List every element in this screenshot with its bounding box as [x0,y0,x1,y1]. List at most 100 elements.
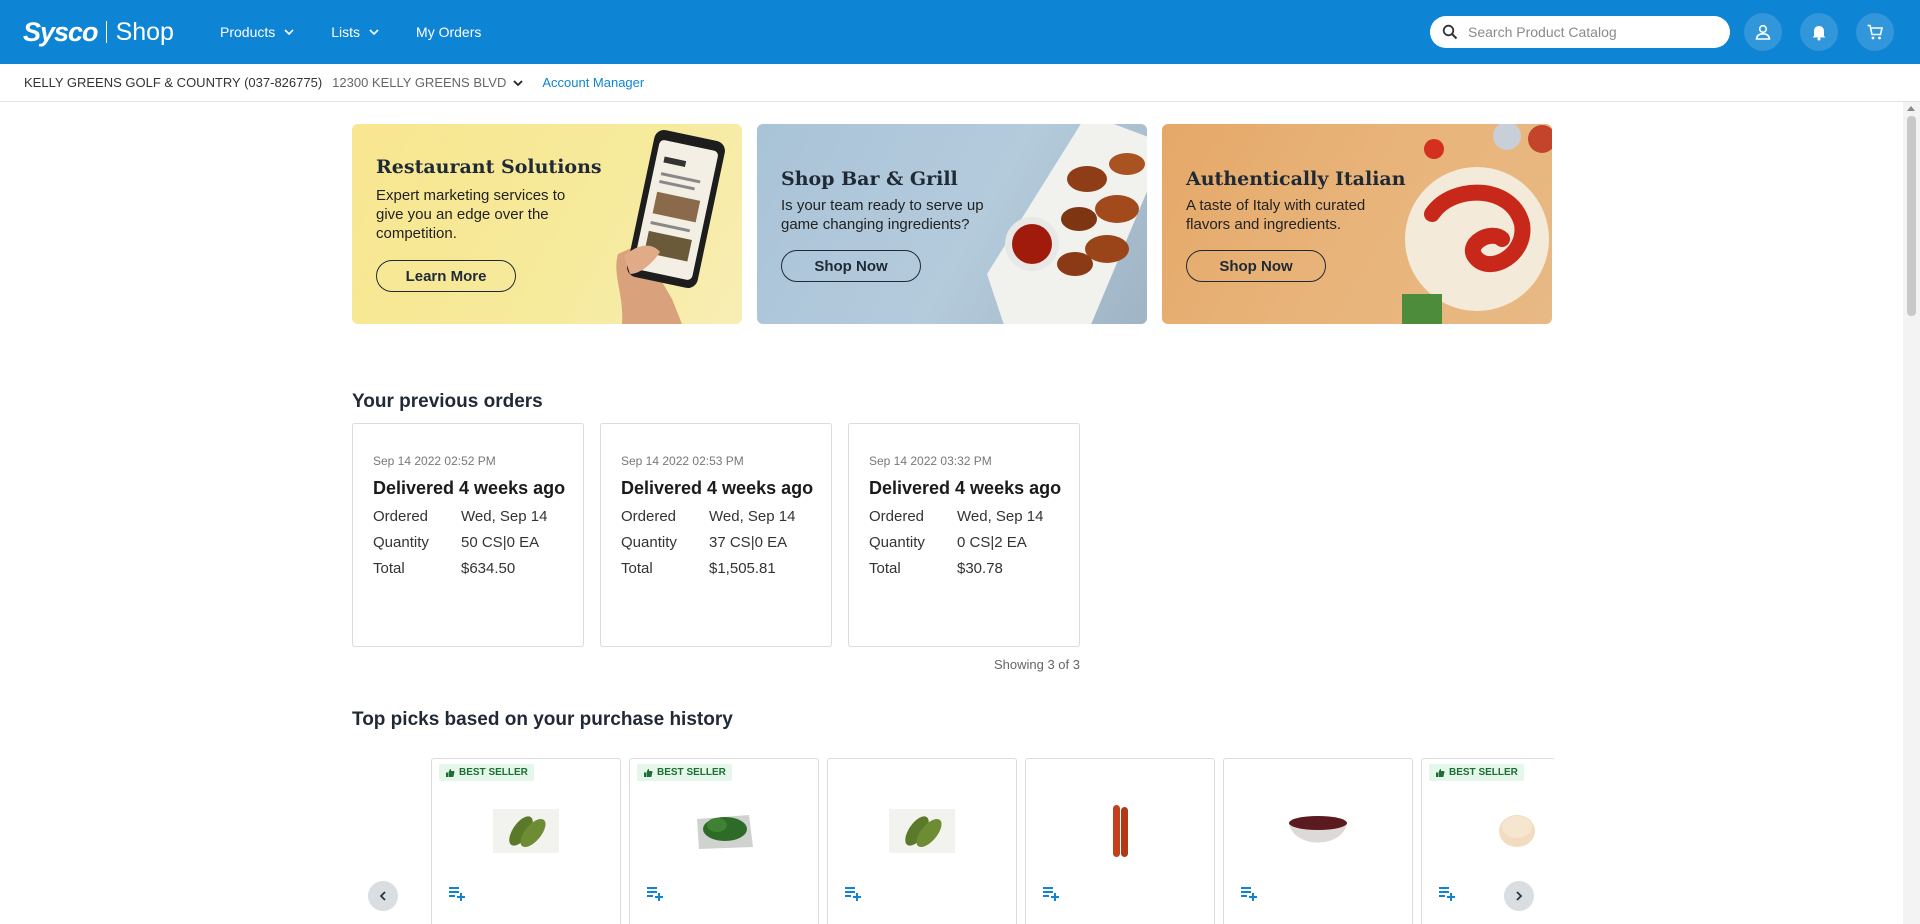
learn-more-button[interactable]: Learn More [376,260,516,292]
order-ordered-row: Ordered Wed, Sep 14 [621,508,831,525]
user-icon [1755,24,1771,40]
total-label: Total [869,560,901,577]
chevron-left-icon [379,891,386,901]
scroll-up-arrow-icon[interactable] [1907,106,1915,111]
nav-lists-label: Lists [331,24,361,40]
pizza-dough-illustration [1402,124,1552,324]
account-button[interactable] [1744,13,1782,51]
order-quantity-row: Quantity 50 CS|0 EA [373,534,583,551]
pickles-image [493,809,559,853]
product-image[interactable] [1285,809,1351,853]
best-seller-badge: BEST SELLER [439,764,534,781]
product-card[interactable] [827,758,1017,924]
nav-my-orders[interactable]: My Orders [416,24,481,40]
order-status: Delivered 4 weeks ago [621,478,814,498]
order-ordered-row: Ordered Wed, Sep 14 [373,508,583,525]
chevron-down-icon [369,29,379,36]
order-quantity-row: Quantity 37 CS|0 EA [621,534,831,551]
add-to-list-icon[interactable] [447,883,467,903]
add-to-list-icon[interactable] [645,883,665,903]
greens-bag-image [697,815,753,849]
banner-title: Restaurant Solutions [376,156,602,178]
shop-now-button[interactable]: Shop Now [781,250,921,282]
add-to-list-icon[interactable] [1437,883,1457,903]
chevron-down-icon[interactable] [512,77,524,89]
banner-description: A taste of Italy with curated flavors an… [1186,197,1366,233]
product-card[interactable]: BEST SELLER [629,758,819,924]
banner-authentically-italian: Authentically Italian A taste of Italy w… [1162,124,1552,324]
search-bar[interactable] [1430,16,1730,48]
previous-orders-title: Your previous orders [352,391,543,412]
ordered-label: Ordered [621,508,677,525]
total-label: Total [621,560,653,577]
best-seller-badge: BEST SELLER [637,764,732,781]
order-card[interactable]: Sep 14 2022 03:32 PM Delivered 4 weeks a… [848,423,1080,647]
bell-icon [1812,26,1826,41]
product-image[interactable] [889,809,955,853]
chicken-wings-illustration [987,124,1147,324]
account-bar: KELLY GREENS GOLF & COUNTRY (037-826775)… [0,64,1920,102]
notifications-button[interactable] [1800,13,1838,51]
order-card[interactable]: Sep 14 2022 02:53 PM Delivered 4 weeks a… [600,423,832,647]
product-card[interactable] [1025,758,1215,924]
sauce-bowl-image [1289,816,1347,843]
logo-divider [105,21,107,43]
product-image[interactable] [1087,805,1153,857]
thumbs-up-icon [446,768,455,777]
best-seller-label: BEST SELLER [1449,767,1518,778]
top-picks-title: Top picks based on your purchase history [352,709,733,730]
brand-name: Sysco [23,16,99,47]
scroll-thumb[interactable] [1907,116,1916,316]
order-status: Delivered 4 weeks ago [869,478,1062,498]
carousel-next-button[interactable] [1504,881,1534,911]
carousel-prev-button[interactable] [368,881,398,911]
search-input[interactable] [1468,24,1708,40]
product-image[interactable] [493,809,559,853]
add-to-list-icon[interactable] [1041,883,1061,903]
chevron-right-icon [1516,891,1523,901]
quantity-label: Quantity [869,534,925,551]
order-total-row: Total $30.78 [869,560,1079,577]
sausages-image [1113,805,1128,857]
ordered-value: Wed, Sep 14 [957,508,1044,525]
sysco-shop-logo[interactable]: Sysco Shop [23,14,174,50]
page-scrollbar[interactable] [1903,102,1920,924]
order-date: Sep 14 2022 02:53 PM [621,454,744,468]
product-image[interactable] [691,809,757,853]
shop-now-button[interactable]: Shop Now [1186,250,1326,282]
order-card[interactable]: Sep 14 2022 02:52 PM Delivered 4 weeks a… [352,423,584,647]
account-manager-link[interactable]: Account Manager [542,75,644,90]
search-icon [1442,24,1458,40]
order-date: Sep 14 2022 02:52 PM [373,454,496,468]
total-value: $1,505.81 [709,560,776,577]
quantity-label: Quantity [373,534,429,551]
pickles-image [889,809,955,853]
quantity-value: 50 CS|0 EA [461,534,540,551]
top-nav-bar: Sysco Shop Products Lists My Orders [0,0,1920,64]
cart-button[interactable] [1856,13,1894,51]
nav-products-label: Products [220,24,276,40]
banner-shop-bar-grill: Shop Bar & Grill Is your team ready to s… [757,124,1147,324]
thumbs-up-icon [644,768,653,777]
product-image[interactable] [1484,809,1550,853]
add-to-list-icon[interactable] [843,883,863,903]
nav-products[interactable]: Products [220,24,295,40]
banner-title: Shop Bar & Grill [781,168,958,190]
phone-in-hand-illustration [616,130,725,324]
product-card[interactable]: BEST SELLER [1421,758,1555,924]
order-ordered-row: Ordered Wed, Sep 14 [869,508,1079,525]
product-card[interactable] [1223,758,1413,924]
nav-lists[interactable]: Lists [331,24,380,40]
ordered-label: Ordered [373,508,429,525]
main-nav: Products Lists My Orders [220,0,517,64]
add-to-list-icon[interactable] [1239,883,1259,903]
nav-my-orders-label: My Orders [416,24,482,40]
banner-restaurant-solutions: Restaurant Solutions Expert marketing se… [352,124,742,324]
account-address-selector[interactable]: 12300 KELLY GREENS BLVD [332,75,506,90]
shop-label: Shop [115,17,174,46]
product-card[interactable]: BEST SELLER [431,758,621,924]
order-total-row: Total $634.50 [373,560,583,577]
best-seller-label: BEST SELLER [459,767,528,778]
quantity-label: Quantity [621,534,677,551]
best-seller-label: BEST SELLER [657,767,726,778]
